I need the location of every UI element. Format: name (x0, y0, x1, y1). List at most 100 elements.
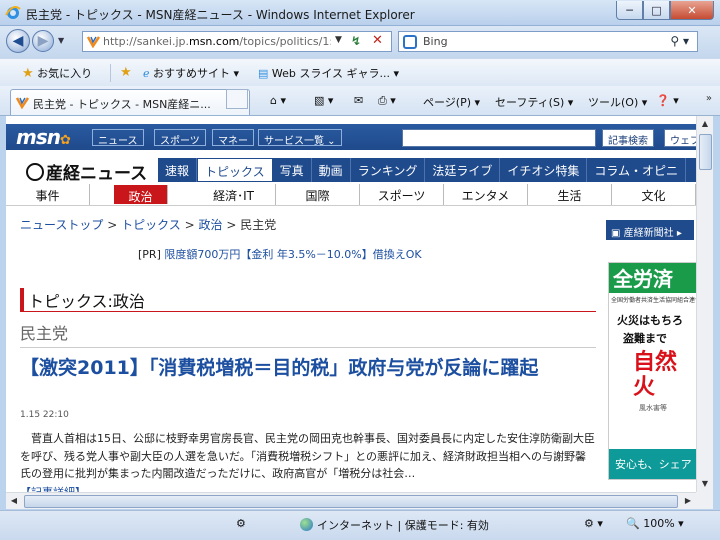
article-category: 民主党 (20, 320, 596, 348)
read-more-link[interactable]: 【記事詳細】 (20, 484, 86, 492)
web-slice-gallery-button[interactable]: ▤ Web スライス ギャラ... ▾ (258, 65, 399, 81)
address-url[interactable]: http://sankei.jp.msn.com/topics/politics… (103, 35, 331, 48)
globe-icon (300, 518, 313, 531)
search-icon[interactable]: ⚲ ▾ (670, 34, 689, 48)
sankei-logo[interactable]: 産経ニュース (26, 159, 147, 184)
ad-small-text: 風水害等 (639, 403, 667, 412)
breadcrumb-politics[interactable]: 政治 (198, 218, 222, 232)
mail-icon[interactable]: ✉ (354, 94, 363, 107)
add-favorite-icon[interactable]: ★ (120, 65, 132, 80)
article-body: 菅直人首相は15日、公邸に枝野幸男官房長官、民主党の岡田克也幹事長、国対委員長に… (20, 432, 595, 481)
site-favicon-icon (16, 97, 29, 109)
nav-court-live[interactable]: 法廷ライブ (425, 158, 501, 182)
horizontal-scrollbar[interactable]: ◀ ▶ (6, 492, 696, 509)
breadcrumb: ニューストップ > トピックス > 政治 > 民主党 (20, 218, 277, 232)
scroll-left-icon[interactable]: ◀ (6, 493, 22, 509)
recent-pages-dropdown-icon[interactable]: ▼ (58, 36, 64, 45)
breadcrumb-current: 民主党 (240, 218, 277, 232)
nav-videos[interactable]: 動画 (312, 158, 351, 182)
favorites-button[interactable]: ★ お気に入り (22, 65, 92, 81)
msn-news-button[interactable]: ニュース (92, 129, 144, 147)
address-dropdown-icon[interactable]: ▼ (335, 35, 342, 45)
category-lifestyle[interactable]: 生活 (528, 184, 612, 205)
ad-footer: 安心も、シェア (609, 449, 696, 479)
msn-sports-button[interactable]: スポーツ (154, 129, 206, 147)
category-economy[interactable]: 経済･IT (192, 184, 276, 205)
minimize-button[interactable]: ─ (616, 1, 643, 20)
favorites-bar: ★ お気に入り ★ ℯ おすすめサイト ▾ ▤ Web スライス ギャラ... … (0, 58, 720, 86)
breadcrumb-news-top[interactable]: ニューストップ (20, 218, 103, 232)
msn-bar: msn✿ ニュース スポーツ マネー サービス一覧 ⌄ 記事検索 ウェブ (6, 124, 696, 150)
page-content: msn✿ ニュース スポーツ マネー サービス一覧 ⌄ 記事検索 ウェブ 産経ニ… (6, 116, 696, 492)
web-search-button[interactable]: ウェブ (664, 129, 696, 147)
internet-explorer-icon (5, 6, 21, 19)
article-search-button[interactable]: 記事検索 (602, 129, 654, 147)
vertical-scroll-thumb[interactable] (699, 134, 712, 170)
msn-logo[interactable]: msn✿ (16, 125, 71, 149)
category-politics[interactable]: 政治 (114, 185, 168, 204)
nav-ranking[interactable]: ランキング (351, 158, 426, 182)
home-icon[interactable]: ⌂ ▾ (270, 94, 286, 107)
maximize-button[interactable]: □ (643, 1, 670, 20)
category-international[interactable]: 国際 (276, 184, 360, 205)
msn-money-button[interactable]: マネー (212, 129, 254, 147)
sankei-header: 産経ニュース 速報 トピックス 写真 動画 ランキング 法廷ライブ イチオシ特集… (6, 158, 696, 184)
pr-link[interactable]: 限度額700万円【金利 年3.5%－10.0%】借換えOK (164, 248, 421, 261)
category-incidents[interactable]: 事件 (6, 184, 90, 205)
sankei-company-link[interactable]: ▣ 産経新聞社 ▸ (606, 220, 694, 240)
safety-menu[interactable]: セーフティ(S) ▾ (495, 94, 573, 110)
banner-ad[interactable]: 全労済 全国労働者共済生活協同組合連合会 火災はもちろ 盗難まで 自然火 風水害… (608, 262, 696, 480)
scroll-right-icon[interactable]: ▶ (680, 493, 696, 509)
security-zone[interactable]: インターネット | 保護モード: 有効 (300, 517, 489, 533)
msn-services-button[interactable]: サービス一覧 ⌄ (258, 129, 342, 147)
forward-button[interactable]: ▶ (32, 30, 54, 52)
divider (110, 64, 111, 82)
nav-topics[interactable]: トピックス (197, 158, 273, 182)
horizontal-scroll-thumb[interactable] (24, 495, 678, 508)
feeds-icon[interactable]: ▧ ▾ (314, 94, 333, 107)
msn-search-input[interactable] (402, 129, 596, 147)
ad-highlight: 自然火 (633, 350, 678, 401)
address-row: ◀ ▶ ▼ http://sankei.jp.msn.com/topics/po… (0, 26, 720, 58)
window-title: 民主党 - トピックス - MSN産経ニュース - Windows Intern… (26, 8, 415, 22)
nav-photos[interactable]: 写真 (273, 158, 312, 182)
close-button[interactable]: ✕ (670, 1, 714, 20)
tab-active[interactable]: 民主党 - トピックス - MSN産経ニ... (10, 89, 250, 115)
tab-title: 民主党 - トピックス - MSN産経ニ... (33, 98, 211, 111)
pr-label: [PR] (138, 248, 161, 261)
compatibility-icon[interactable]: ↯ (351, 34, 361, 48)
bing-icon (403, 35, 417, 49)
address-bar[interactable]: http://sankei.jp.msn.com/topics/politics… (82, 31, 392, 52)
chevron-icon[interactable]: » (706, 93, 712, 104)
breadcrumb-topics[interactable]: トピックス (121, 218, 181, 232)
help-menu[interactable]: ❓ ▾ (656, 94, 679, 107)
site-favicon-icon (87, 36, 100, 48)
vertical-scrollbar[interactable]: ▲ ▼ (696, 116, 713, 492)
privacy-icon[interactable]: ⚙ (236, 517, 246, 530)
nav-features[interactable]: イチオシ特集 (500, 158, 588, 182)
back-button[interactable]: ◀ (6, 29, 30, 53)
print-icon[interactable]: ⎙ ▾ (378, 94, 396, 108)
ad-logo: 全労済 (609, 263, 696, 293)
zoom-control[interactable]: 🔍 100% ▾ (626, 517, 684, 530)
page-menu[interactable]: ページ(P) ▾ (423, 94, 480, 110)
category-sports[interactable]: スポーツ (360, 184, 444, 205)
scroll-up-icon[interactable]: ▲ (697, 116, 713, 132)
new-tab-button[interactable] (226, 89, 248, 109)
nav-breaking[interactable]: 速報 (158, 158, 198, 182)
ad-text: 火災はもちろ (617, 314, 683, 327)
stop-icon[interactable]: ✕ (372, 33, 383, 48)
category-entertainment[interactable]: エンタメ (444, 184, 528, 205)
protected-mode-icon[interactable]: ⚙ ▾ (584, 517, 603, 530)
scroll-down-icon[interactable]: ▼ (697, 476, 713, 492)
section-heading: トピックス:政治 (20, 288, 596, 312)
search-box[interactable]: Bing ⚲ ▾ (398, 31, 698, 52)
tools-menu[interactable]: ツール(O) ▾ (588, 94, 647, 110)
category-culture[interactable]: 文化 (612, 184, 696, 205)
article-headline[interactable]: 【激突2011】「消費税増税＝目的税」政府与党が反論に躍起 (20, 356, 596, 380)
status-bar: ⚙ インターネット | 保護モード: 有効 ⚙ ▾ 🔍 100% ▾ (0, 510, 720, 540)
window-controls: ─ □ ✕ (616, 1, 714, 20)
suggested-sites-button[interactable]: ℯ おすすめサイト ▾ (143, 65, 239, 81)
sankei-nav: 速報 トピックス 写真 動画 ランキング 法廷ライブ イチオシ特集 コラム・オピ… (158, 158, 696, 182)
nav-column[interactable]: コラム・オピニ (587, 158, 687, 182)
